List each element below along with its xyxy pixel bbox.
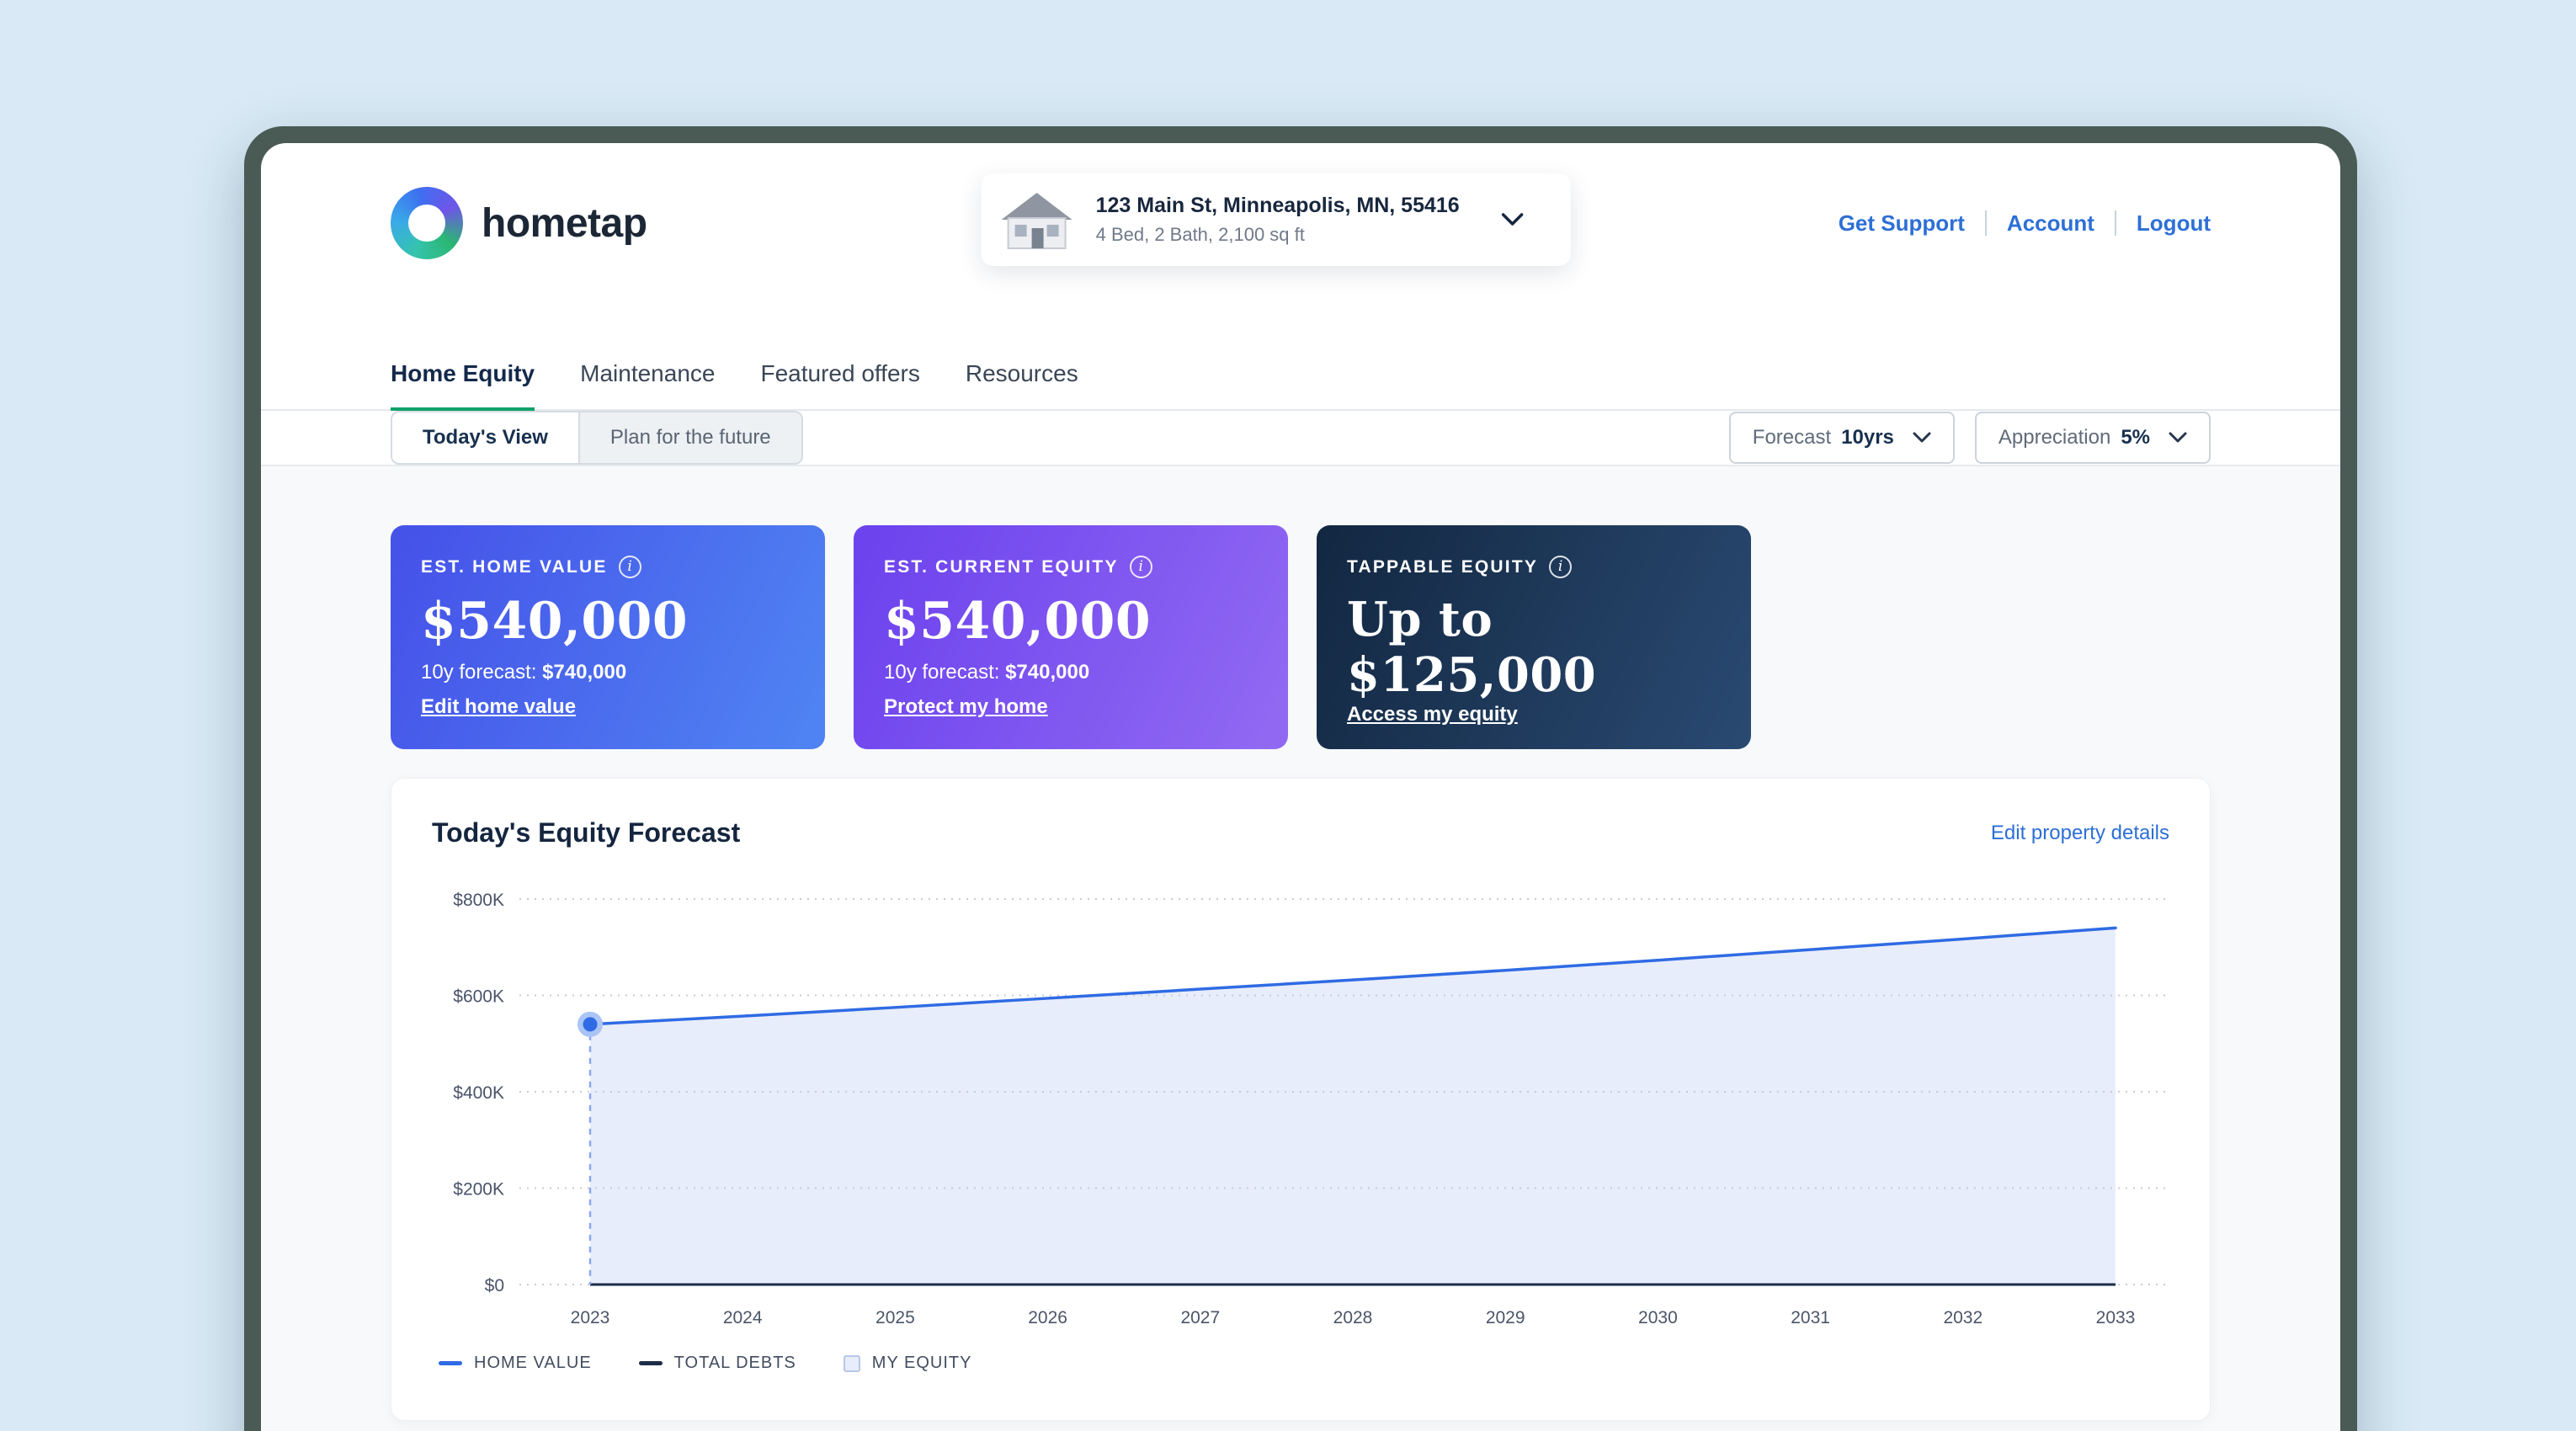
svg-text:2028: 2028 bbox=[1333, 1308, 1373, 1327]
legend-home-value: HOME VALUE bbox=[439, 1354, 592, 1373]
svg-text:$400K: $400K bbox=[453, 1083, 504, 1103]
divider bbox=[2115, 210, 2116, 236]
protect-my-home-link[interactable]: Protect my home bbox=[884, 695, 1048, 719]
chevron-down-icon[interactable] bbox=[1502, 213, 1524, 226]
info-icon[interactable] bbox=[1130, 556, 1152, 578]
svg-text:2027: 2027 bbox=[1180, 1308, 1220, 1327]
appreciation-label: Appreciation bbox=[1999, 426, 2110, 450]
get-support-link[interactable]: Get Support bbox=[1839, 210, 1965, 237]
card-label: EST. CURRENT EQUITY bbox=[884, 557, 1119, 577]
tappable-equity-amount: Up to $125,000 bbox=[1347, 592, 1721, 703]
legend-total-debts: TOTAL DEBTS bbox=[639, 1354, 796, 1373]
page-background: hometap 123 Main St, Minneapolis, M bbox=[0, 0, 2576, 1431]
view-toolbar: Today's View Plan for the future Forecas… bbox=[261, 411, 2340, 466]
chart-legend: HOME VALUE TOTAL DEBTS MY EQUITY bbox=[432, 1354, 2169, 1373]
total-debts-line-icon bbox=[639, 1361, 663, 1365]
plan-future-toggle[interactable]: Plan for the future bbox=[580, 412, 801, 463]
main-nav-tabs: Home Equity Maintenance Featured offers … bbox=[261, 360, 2340, 411]
header-links: Get Support Account Logout bbox=[1839, 177, 2211, 269]
current-equity-amount: $540,000 bbox=[884, 592, 1258, 651]
app-surface: hometap 123 Main St, Minneapolis, M bbox=[261, 143, 2340, 1431]
svg-text:2023: 2023 bbox=[571, 1308, 610, 1327]
brand-wordmark: hometap bbox=[482, 200, 647, 247]
property-address: 123 Main St, Minneapolis, MN, 55416 bbox=[1096, 194, 1460, 218]
appreciation-value: 5% bbox=[2121, 426, 2150, 450]
house-photo bbox=[997, 184, 1078, 255]
main-content: EST. HOME VALUE $540,000 10y forecast: $… bbox=[261, 466, 2340, 1431]
current-equity-card: EST. CURRENT EQUITY $540,000 10y forecas… bbox=[854, 525, 1288, 749]
equity-forecast-chart: $0 $200K $400K $600K $800K 2023 2024 2025 2026 20… bbox=[432, 869, 2171, 1340]
filter-controls: Forecast 10yrs Appreciation 5% bbox=[1729, 412, 2211, 464]
home-value-line-icon bbox=[439, 1361, 462, 1365]
svg-text:2031: 2031 bbox=[1791, 1308, 1830, 1327]
edit-property-details-link[interactable]: Edit property details bbox=[1991, 822, 2169, 845]
chevron-down-icon bbox=[1913, 432, 1931, 444]
svg-text:2025: 2025 bbox=[876, 1308, 915, 1327]
svg-text:$0: $0 bbox=[485, 1276, 504, 1295]
svg-text:2030: 2030 bbox=[1638, 1308, 1678, 1327]
my-equity-area-icon bbox=[844, 1355, 860, 1372]
equity-summary-cards: EST. HOME VALUE $540,000 10y forecast: $… bbox=[391, 525, 2211, 749]
tab-resources[interactable]: Resources bbox=[966, 360, 1078, 411]
property-selector[interactable]: 123 Main St, Minneapolis, MN, 55416 4 Be… bbox=[982, 173, 1571, 266]
svg-text:2032: 2032 bbox=[1943, 1308, 1983, 1327]
svg-text:2029: 2029 bbox=[1486, 1308, 1525, 1327]
property-details: 4 Bed, 2 Bath, 2,100 sq ft bbox=[1096, 224, 1460, 246]
divider bbox=[1985, 210, 1987, 236]
todays-view-toggle[interactable]: Today's View bbox=[392, 412, 580, 463]
tab-featured-offers[interactable]: Featured offers bbox=[760, 360, 919, 411]
forecast-value: 10yrs bbox=[1841, 426, 1894, 450]
property-text: 123 Main St, Minneapolis, MN, 55416 4 Be… bbox=[1096, 194, 1460, 246]
logout-link[interactable]: Logout bbox=[2137, 210, 2211, 237]
svg-text:2033: 2033 bbox=[2096, 1308, 2136, 1327]
hometap-logo-icon bbox=[391, 187, 463, 259]
card-label-row: EST. HOME VALUE bbox=[421, 556, 795, 578]
forecast-label: Forecast bbox=[1753, 426, 1831, 450]
legend-my-equity: MY EQUITY bbox=[844, 1354, 972, 1373]
home-value-card: EST. HOME VALUE $540,000 10y forecast: $… bbox=[391, 525, 825, 749]
forecast-text: 10y forecast: $740,000 bbox=[884, 661, 1258, 684]
forecast-dropdown[interactable]: Forecast 10yrs bbox=[1729, 412, 1955, 464]
card-label: TAPPABLE EQUITY bbox=[1347, 557, 1538, 577]
chart-header: Today's Equity Forecast Edit property de… bbox=[432, 817, 2169, 848]
app-header: hometap 123 Main St, Minneapolis, M bbox=[261, 143, 2340, 269]
tab-home-equity[interactable]: Home Equity bbox=[391, 360, 535, 411]
card-label-row: TAPPABLE EQUITY bbox=[1347, 556, 1721, 578]
view-toggle: Today's View Plan for the future bbox=[391, 411, 803, 465]
svg-text:$800K: $800K bbox=[453, 891, 504, 910]
equity-forecast-card: Today's Equity Forecast Edit property de… bbox=[391, 778, 2211, 1421]
svg-text:$600K: $600K bbox=[453, 987, 504, 1007]
home-value-amount: $540,000 bbox=[421, 592, 795, 651]
chevron-down-icon bbox=[2169, 432, 2187, 444]
account-link[interactable]: Account bbox=[2007, 210, 2094, 237]
app-window: hometap 123 Main St, Minneapolis, M bbox=[244, 126, 2357, 1431]
info-icon[interactable] bbox=[619, 556, 641, 578]
appreciation-dropdown[interactable]: Appreciation 5% bbox=[1975, 412, 2211, 464]
hometap-logo-hole bbox=[408, 205, 445, 242]
chart-title: Today's Equity Forecast bbox=[432, 817, 740, 848]
svg-text:2024: 2024 bbox=[723, 1308, 763, 1327]
tappable-equity-card: TAPPABLE EQUITY Up to $125,000 Access my… bbox=[1317, 525, 1751, 749]
svg-text:$200K: $200K bbox=[453, 1180, 504, 1200]
svg-text:2026: 2026 bbox=[1028, 1308, 1067, 1327]
info-icon[interactable] bbox=[1549, 556, 1572, 578]
forecast-text: 10y forecast: $740,000 bbox=[421, 661, 795, 684]
card-label: EST. HOME VALUE bbox=[421, 557, 608, 577]
card-label-row: EST. CURRENT EQUITY bbox=[884, 556, 1258, 578]
access-my-equity-link[interactable]: Access my equity bbox=[1347, 703, 1518, 726]
edit-home-value-link[interactable]: Edit home value bbox=[421, 695, 576, 719]
tab-maintenance[interactable]: Maintenance bbox=[580, 360, 715, 411]
